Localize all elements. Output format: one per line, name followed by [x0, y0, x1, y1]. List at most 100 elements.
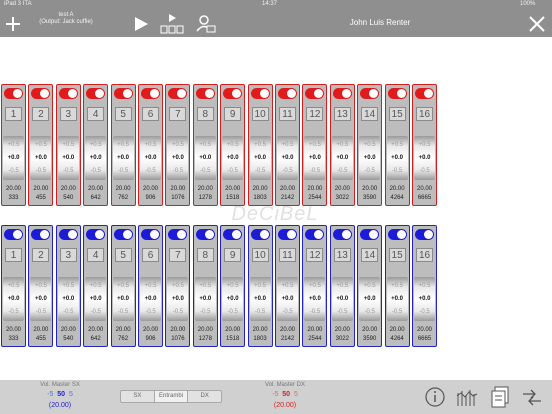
gain-adjust-wheel[interactable]: +0.5 +0.0 -0.5 [331, 136, 353, 180]
volume-dx-minus[interactable]: -5 [272, 391, 278, 398]
volume-dx-plus[interactable]: 5 [294, 391, 298, 398]
equalizer-icon[interactable] [455, 384, 479, 410]
channel-toggle[interactable] [305, 88, 325, 99]
user-settings-icon[interactable] [194, 10, 218, 37]
channel-toggle[interactable] [195, 229, 215, 240]
channel-toggle[interactable] [415, 88, 434, 99]
gain-adjust-wheel[interactable]: +0.5 +0.0 -0.5 [167, 277, 189, 321]
gain-adjust-wheel[interactable]: +0.5 +0.0 -0.5 [194, 277, 216, 321]
channel-toggle[interactable] [195, 88, 215, 99]
channel-toggle[interactable] [113, 229, 133, 240]
channel-toggle[interactable] [250, 229, 270, 240]
play-sequence-icon[interactable] [159, 10, 184, 37]
gain-adjust-wheel[interactable]: +0.5 +0.0 -0.5 [249, 277, 271, 321]
gain-adjust-wheel[interactable]: +0.5 +0.0 -0.5 [359, 277, 381, 321]
channel-toggle[interactable] [58, 229, 78, 240]
channel-number[interactable]: 15 [388, 248, 406, 262]
gain-adjust-wheel[interactable]: +0.5 +0.0 -0.5 [386, 136, 408, 180]
channel-toggle[interactable] [223, 229, 243, 240]
gain-adjust-wheel[interactable]: +0.5 +0.0 -0.5 [386, 277, 408, 321]
channel-toggle[interactable] [387, 88, 407, 99]
gain-adjust-wheel[interactable]: +0.5 +0.0 -0.5 [277, 136, 298, 180]
channel-number[interactable]: 3 [59, 107, 77, 121]
channel-number[interactable]: 10 [251, 248, 269, 262]
channel-number[interactable]: 9 [224, 248, 242, 262]
channel-number[interactable]: 4 [87, 248, 105, 262]
channel-number[interactable]: 7 [169, 248, 187, 262]
gain-adjust-wheel[interactable]: +0.5 +0.0 -0.5 [222, 277, 244, 321]
channel-toggle[interactable] [113, 88, 133, 99]
channel-number[interactable]: 2 [32, 248, 50, 262]
channel-toggle[interactable] [360, 229, 380, 240]
channel-toggle[interactable] [86, 229, 106, 240]
channel-number[interactable]: 8 [196, 248, 214, 262]
channel-number[interactable]: 4 [87, 107, 105, 121]
channel-number[interactable]: 5 [114, 248, 132, 262]
gain-adjust-wheel[interactable]: +0.5 +0.0 -0.5 [112, 136, 134, 180]
gain-adjust-wheel[interactable]: +0.5 +0.0 -0.5 [3, 277, 24, 321]
gain-adjust-wheel[interactable]: +0.5 +0.0 -0.5 [30, 277, 52, 321]
gain-adjust-wheel[interactable]: +0.5 +0.0 -0.5 [249, 136, 271, 180]
channel-toggle[interactable] [278, 88, 297, 99]
gain-adjust-wheel[interactable]: +0.5 +0.0 -0.5 [57, 277, 79, 321]
gain-adjust-wheel[interactable]: +0.5 +0.0 -0.5 [85, 136, 107, 180]
segment-entrambi[interactable]: Entrambi [154, 391, 189, 402]
segment-dx[interactable]: DX [188, 391, 221, 402]
channel-number[interactable]: 5 [114, 107, 132, 121]
gain-adjust-wheel[interactable]: +0.5 +0.0 -0.5 [414, 136, 435, 180]
channel-toggle[interactable] [168, 229, 188, 240]
gain-adjust-wheel[interactable]: +0.5 +0.0 -0.5 [85, 277, 107, 321]
channel-number[interactable]: 2 [32, 107, 50, 121]
channel-number[interactable]: 14 [361, 107, 379, 121]
channel-number[interactable]: 8 [196, 107, 214, 121]
channel-toggle[interactable] [305, 229, 325, 240]
channel-toggle[interactable] [31, 88, 51, 99]
channel-number[interactable]: 12 [306, 248, 324, 262]
gain-adjust-wheel[interactable]: +0.5 +0.0 -0.5 [304, 277, 326, 321]
gain-adjust-wheel[interactable]: +0.5 +0.0 -0.5 [359, 136, 381, 180]
channel-number[interactable]: 9 [224, 107, 242, 121]
channel-toggle[interactable] [278, 229, 297, 240]
channel-toggle[interactable] [332, 88, 352, 99]
channel-number[interactable]: 1 [5, 107, 22, 121]
volume-sx-plus[interactable]: 5 [69, 391, 73, 398]
channel-toggle[interactable] [4, 88, 23, 99]
channel-number[interactable]: 1 [5, 248, 22, 262]
channel-number[interactable]: 6 [142, 248, 159, 262]
swap-icon[interactable] [519, 384, 545, 410]
channel-toggle[interactable] [31, 229, 51, 240]
gain-adjust-wheel[interactable]: +0.5 +0.0 -0.5 [140, 136, 161, 180]
channel-number[interactable]: 10 [251, 107, 269, 121]
channel-number[interactable]: 11 [279, 248, 296, 262]
channel-toggle[interactable] [86, 88, 106, 99]
channel-toggle[interactable] [332, 229, 352, 240]
channel-number[interactable]: 13 [333, 107, 351, 121]
channel-toggle[interactable] [141, 88, 160, 99]
plus-icon[interactable] [2, 10, 24, 37]
gain-adjust-wheel[interactable]: +0.5 +0.0 -0.5 [3, 136, 24, 180]
channel-number[interactable]: 16 [416, 107, 433, 121]
gain-adjust-wheel[interactable]: +0.5 +0.0 -0.5 [414, 277, 435, 321]
channel-toggle[interactable] [360, 88, 380, 99]
channel-toggle[interactable] [223, 88, 243, 99]
gain-adjust-wheel[interactable]: +0.5 +0.0 -0.5 [277, 277, 298, 321]
channel-number[interactable]: 15 [388, 107, 406, 121]
gain-adjust-wheel[interactable]: +0.5 +0.0 -0.5 [112, 277, 134, 321]
channel-toggle[interactable] [250, 88, 270, 99]
gain-adjust-wheel[interactable]: +0.5 +0.0 -0.5 [222, 136, 244, 180]
channel-number[interactable]: 3 [59, 248, 77, 262]
channel-number[interactable]: 7 [169, 107, 187, 121]
channel-number[interactable]: 6 [142, 107, 159, 121]
channel-number[interactable]: 14 [361, 248, 379, 262]
info-icon[interactable] [424, 384, 446, 410]
close-icon[interactable] [526, 10, 548, 37]
channel-number[interactable]: 12 [306, 107, 324, 121]
channel-number[interactable]: 13 [333, 248, 351, 262]
play-icon[interactable] [131, 10, 151, 37]
gain-adjust-wheel[interactable]: +0.5 +0.0 -0.5 [167, 136, 189, 180]
channel-toggle[interactable] [387, 229, 407, 240]
volume-sx-minus[interactable]: -5 [47, 391, 53, 398]
gain-adjust-wheel[interactable]: +0.5 +0.0 -0.5 [140, 277, 161, 321]
channel-toggle[interactable] [415, 229, 434, 240]
documents-icon[interactable] [489, 384, 511, 410]
